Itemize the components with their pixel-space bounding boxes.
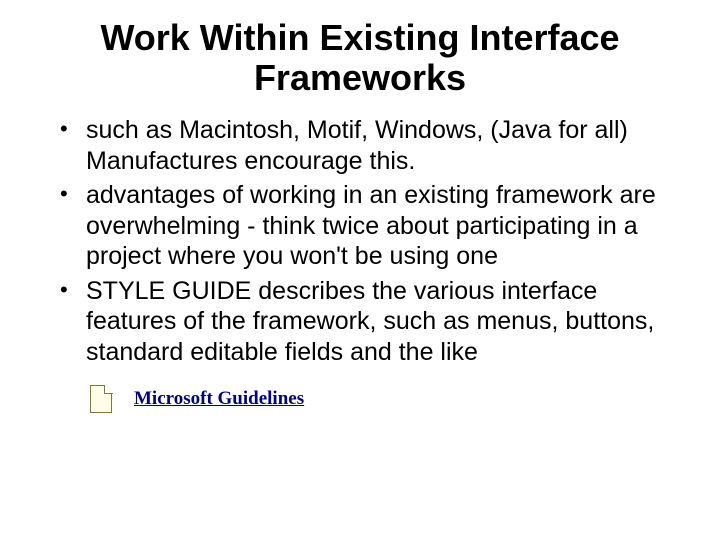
document-icon xyxy=(90,385,112,413)
link-row: Microsoft Guidelines xyxy=(90,385,680,413)
list-item: STYLE GUIDE describes the various interf… xyxy=(60,276,670,368)
list-item: advantages of working in an existing fra… xyxy=(60,180,670,272)
bullet-list: such as Macintosh, Motif, Windows, (Java… xyxy=(40,115,680,367)
microsoft-guidelines-link[interactable]: Microsoft Guidelines xyxy=(134,388,304,410)
slide: Work Within Existing Interface Framework… xyxy=(0,0,720,540)
slide-title: Work Within Existing Interface Framework… xyxy=(40,18,680,97)
list-item: such as Macintosh, Motif, Windows, (Java… xyxy=(60,115,670,176)
